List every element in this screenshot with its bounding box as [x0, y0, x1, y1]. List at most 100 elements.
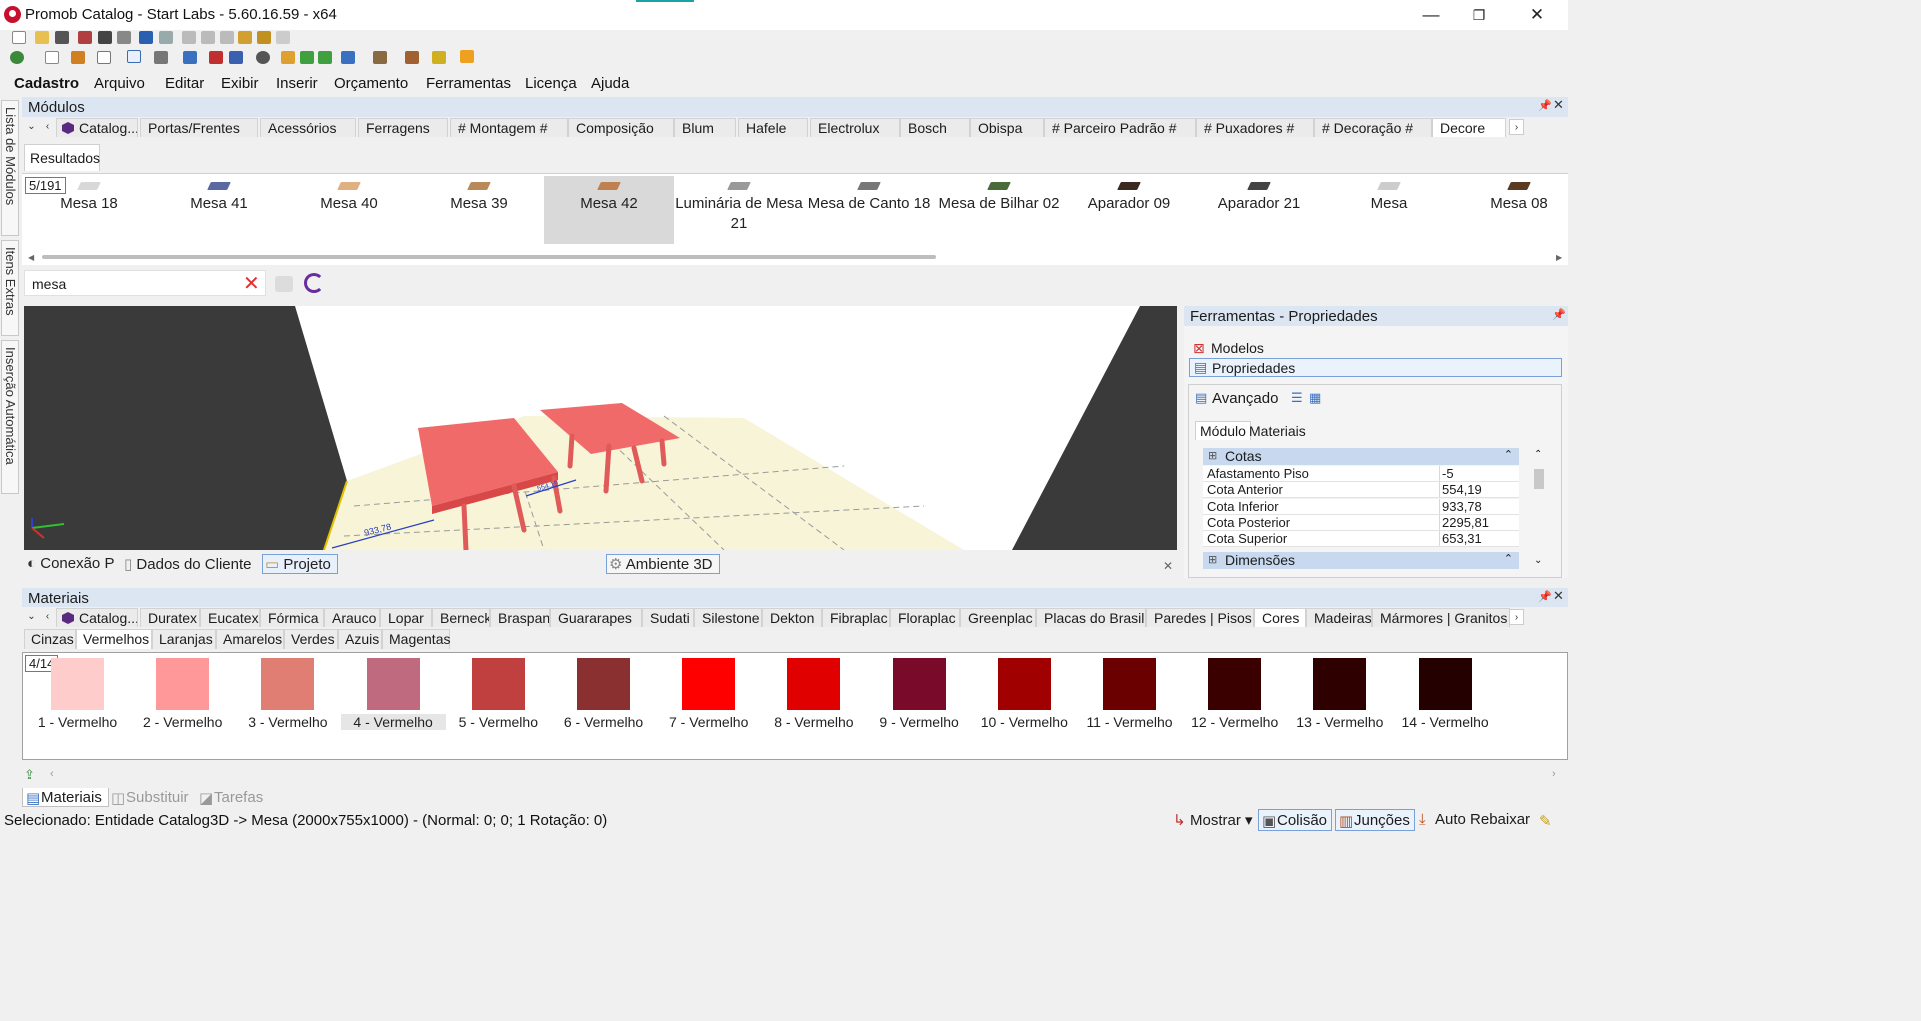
result-item[interactable]: Mesa 40 — [284, 176, 414, 244]
color-swatch[interactable] — [682, 658, 736, 710]
color-swatch[interactable] — [1418, 658, 1472, 710]
material-category-tab[interactable]: Mármores | Granitos — [1372, 608, 1510, 627]
material-category-tab[interactable]: Arauco — [324, 608, 380, 627]
cat-portas[interactable]: Portas/Frentes — [140, 118, 258, 137]
cat-puxadores[interactable]: # Puxadores # — [1196, 118, 1314, 137]
tab-tarefas[interactable]: ◪ Tarefas — [196, 788, 269, 807]
material-category-tab[interactable]: Berneck — [432, 608, 490, 627]
pin-icon[interactable]: 📌 — [1538, 590, 1552, 603]
color-swatch[interactable] — [156, 658, 210, 710]
cat-acessorios[interactable]: Acessórios — [260, 118, 356, 137]
eye-icon[interactable] — [256, 51, 270, 64]
shield-icon[interactable] — [183, 51, 197, 64]
globe-icon[interactable] — [10, 51, 24, 64]
shape-icon[interactable] — [97, 51, 111, 64]
color-swatch[interactable] — [1313, 658, 1367, 710]
menu-orcamento[interactable]: Orçamento — [334, 75, 408, 92]
color-swatch[interactable] — [471, 658, 525, 710]
material-category-tab[interactable]: Madeiras — [1306, 608, 1372, 627]
color-label[interactable]: 11 - Vermelho — [1077, 714, 1182, 730]
propriedades-item[interactable]: ▤ Propriedades — [1189, 358, 1562, 377]
grid-view-icon[interactable]: ▦ — [1309, 390, 1321, 406]
result-item[interactable]: Luminária de Mesa 21 — [674, 176, 804, 244]
scrollbar-thumb[interactable] — [1534, 469, 1544, 489]
new-file-icon[interactable] — [12, 31, 26, 44]
collapse-icon[interactable]: ⌃ — [1504, 448, 1513, 461]
redo-icon[interactable] — [159, 31, 173, 44]
close-panel-icon[interactable]: ✕ — [1553, 97, 1564, 113]
cube-icon[interactable] — [341, 51, 355, 64]
material-subcategory-tab[interactable]: Verdes — [284, 629, 338, 649]
property-value[interactable]: 554,19 — [1439, 482, 1519, 498]
refresh-icon[interactable] — [304, 273, 324, 293]
cat-montagem[interactable]: # Montagem # — [450, 118, 568, 137]
group-icon[interactable] — [71, 51, 85, 64]
dropdown-chevron-icon[interactable]: ⌄ — [24, 119, 39, 135]
scrollbar-thumb[interactable] — [42, 255, 936, 259]
color-label[interactable]: 10 - Vermelho — [972, 714, 1077, 730]
search-input[interactable]: mesa ✕ — [24, 270, 266, 296]
cat-composicao[interactable]: Composição — [568, 118, 674, 137]
modelos-item[interactable]: ⊠ Modelos — [1189, 339, 1562, 358]
color-label[interactable]: 7 - Vermelho — [656, 714, 761, 730]
layout-icon[interactable] — [45, 51, 59, 64]
open-folder-icon[interactable] — [35, 31, 49, 44]
cat-decore[interactable]: Decore — [1432, 118, 1506, 137]
juncoes-toggle[interactable]: ▥ Junções — [1335, 809, 1415, 831]
material-category-tab[interactable]: Floraplac — [890, 608, 960, 627]
properties-scrollbar[interactable]: ⌃ ⌄ — [1531, 449, 1547, 571]
color-label[interactable]: 14 - Vermelho — [1393, 714, 1498, 730]
scroll-left-arrow-icon[interactable]: ‹ — [50, 768, 54, 780]
color-swatch[interactable] — [997, 658, 1051, 710]
group-dimensoes[interactable]: ⊞ Dimensões ⌃ — [1203, 552, 1519, 569]
delete-icon[interactable] — [276, 31, 290, 44]
scroll-up-icon[interactable]: ⌃ — [1534, 449, 1542, 460]
cat-blum[interactable]: Blum — [674, 118, 736, 137]
scroll-right-icon[interactable]: › — [1509, 119, 1524, 135]
measure-icon[interactable] — [209, 51, 223, 64]
render-icon[interactable] — [78, 31, 92, 44]
material-category-tab[interactable]: Fórmica — [260, 608, 324, 627]
materials-hscroll[interactable]: ⇪ ‹ › — [22, 766, 1568, 786]
color-label[interactable]: 6 - Vermelho — [551, 714, 656, 730]
wand-icon[interactable]: ✎ — [1539, 812, 1552, 830]
menu-inserir[interactable]: Inserir — [276, 75, 318, 92]
material-category-tab[interactable]: Guararapes — [550, 608, 642, 627]
tab-conexao[interactable]: ◐ Conexão P — [27, 555, 114, 572]
property-row[interactable]: Cota Anterior 554,19 — [1203, 482, 1519, 499]
arrow-left-icon[interactable] — [300, 51, 314, 64]
snap-icon[interactable] — [154, 51, 168, 64]
color-label[interactable]: 2 - Vermelho — [130, 714, 235, 730]
color-swatch[interactable] — [892, 658, 946, 710]
copy-icon[interactable] — [201, 31, 215, 44]
material-subcategory-tab[interactable]: Vermelhos — [76, 629, 152, 649]
select-cursor-icon[interactable] — [127, 50, 141, 63]
undo-icon[interactable] — [139, 31, 153, 44]
print-icon[interactable] — [117, 31, 131, 44]
menu-editar[interactable]: Editar — [165, 75, 204, 92]
cat-catalog[interactable]: Catalog... — [56, 118, 138, 137]
scroll-right-icon[interactable]: › — [1509, 609, 1524, 625]
property-row[interactable]: Cota Inferior 933,78 — [1203, 498, 1519, 515]
material-category-tab[interactable]: Braspan — [490, 608, 550, 627]
scroll-right-arrow-icon[interactable]: ▶ — [1556, 253, 1562, 262]
pin-icon[interactable]: 📌 — [1538, 99, 1552, 112]
cat-parceiro[interactable]: # Parceiro Padrão # — [1044, 118, 1196, 137]
scroll-left-icon[interactable]: ‹ — [40, 119, 55, 135]
property-row[interactable]: Cota Superior 653,31 — [1203, 531, 1519, 548]
side-tab-extras[interactable]: Itens Extras — [1, 240, 19, 336]
color-swatch[interactable] — [1103, 658, 1156, 710]
tab-modulo[interactable]: Módulo — [1195, 421, 1251, 440]
hammer-icon[interactable] — [257, 31, 271, 44]
wand-icon[interactable] — [432, 51, 446, 64]
paste-icon[interactable] — [220, 31, 234, 44]
menu-arquivo[interactable]: Arquivo — [94, 75, 145, 92]
menu-ferramentas[interactable]: Ferramentas — [426, 75, 511, 92]
add-material-icon[interactable]: ⇪ — [24, 767, 35, 783]
tab-materiais[interactable]: Materiais — [1249, 423, 1306, 439]
property-value[interactable]: 933,78 — [1439, 498, 1519, 514]
material-subcategory-tab[interactable]: Azuis — [338, 629, 382, 649]
result-item[interactable]: Aparador 21 — [1194, 176, 1324, 244]
property-value[interactable]: 2295,81 — [1439, 514, 1519, 530]
color-label[interactable]: 4 - Vermelho — [340, 714, 446, 730]
